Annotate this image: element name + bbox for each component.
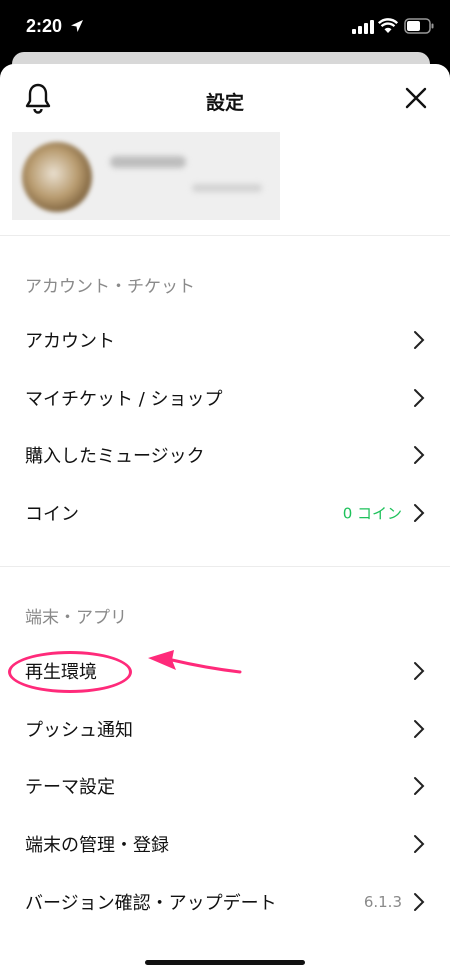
- chevron-right-icon: [414, 720, 425, 738]
- home-indicator: [145, 960, 305, 965]
- row-purchased-music[interactable]: 購入したミュージック: [0, 426, 450, 484]
- row-label: バージョン確認・アップデート: [25, 893, 277, 914]
- chevron-right-icon: [414, 331, 425, 349]
- divider: [0, 235, 450, 236]
- profile-subtext-blurred: [192, 184, 262, 192]
- page-title: 設定: [205, 92, 244, 114]
- row-device-management[interactable]: 端末の管理・登録: [0, 815, 450, 873]
- chevron-right-icon: [414, 446, 425, 464]
- coin-balance: 0 コイン: [342, 504, 402, 523]
- annotation-arrow-icon: [148, 650, 242, 674]
- avatar: [22, 142, 92, 212]
- row-label: テーマ設定: [25, 777, 115, 798]
- row-label: マイチケット / ショップ: [25, 389, 223, 410]
- settings-sheet: 設定 アカウント・チケット アカウント マイチケット / ショップ 購入したミュ…: [0, 64, 450, 975]
- highlight-ellipse: [8, 651, 132, 693]
- chevron-right-icon: [414, 389, 425, 407]
- row-coin[interactable]: コイン 0 コイン: [0, 484, 450, 542]
- row-account[interactable]: アカウント: [0, 311, 450, 369]
- chevron-right-icon: [414, 777, 425, 795]
- row-version-update[interactable]: バージョン確認・アップデート 6.1.3: [0, 873, 450, 931]
- row-label: アカウント: [25, 331, 115, 352]
- section-title-account: アカウント・チケット: [25, 277, 195, 297]
- section-title-device-app: 端末・アプリ: [25, 608, 127, 628]
- signal-icon: [352, 20, 374, 34]
- status-time: 2:20: [26, 16, 63, 36]
- chevron-right-icon: [414, 893, 425, 911]
- row-label: プッシュ通知: [25, 720, 133, 741]
- row-theme-settings[interactable]: テーマ設定: [0, 757, 450, 815]
- row-label: 購入したミュージック: [25, 446, 205, 467]
- location-arrow-icon: [71, 20, 83, 32]
- row-my-ticket-shop[interactable]: マイチケット / ショップ: [0, 369, 450, 427]
- chevron-right-icon: [414, 835, 425, 853]
- profile-name-blurred: [110, 156, 186, 168]
- row-label: コイン: [25, 504, 79, 525]
- version-number: 6.1.3: [363, 893, 402, 911]
- row-push-notification[interactable]: プッシュ通知: [0, 700, 450, 758]
- header: 設定: [0, 64, 450, 134]
- row-label: 端末の管理・登録: [25, 835, 169, 856]
- chevron-right-icon: [414, 662, 425, 680]
- wifi-icon: [378, 18, 398, 33]
- battery-icon: [404, 18, 434, 34]
- close-icon[interactable]: [404, 86, 428, 110]
- status-bar: 2:20: [0, 0, 450, 56]
- profile-card[interactable]: [12, 132, 280, 220]
- divider: [0, 566, 450, 567]
- chevron-right-icon: [414, 504, 425, 522]
